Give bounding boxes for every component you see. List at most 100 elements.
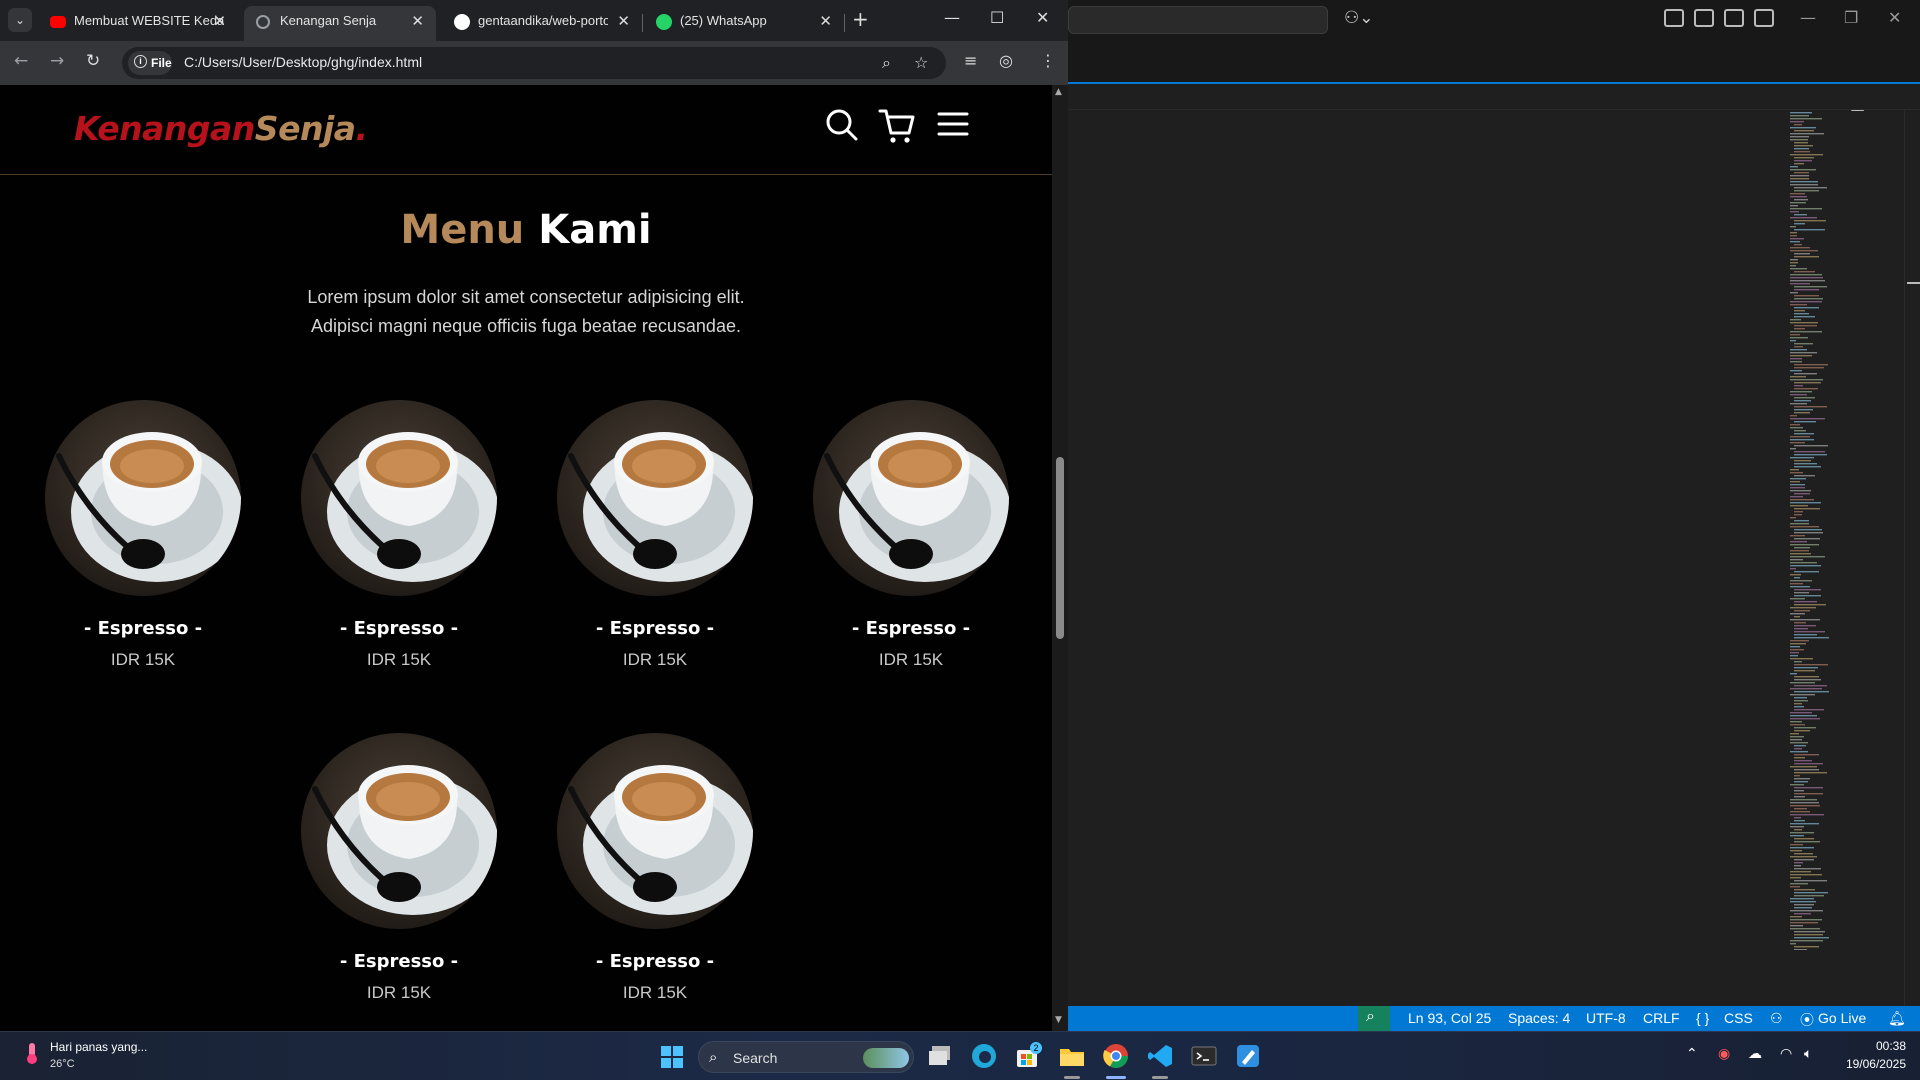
vscode-restore-icon[interactable]: ❐ [1844,8,1858,27]
maximize-icon[interactable]: ☐ [990,8,1004,27]
vscode-scrollbar[interactable] [1904,110,1920,1006]
secondary-sidebar-toggle-icon[interactable] [1754,9,1774,27]
cart-icon[interactable] [878,107,916,145]
windows-start-icon[interactable] [660,1045,684,1069]
terminal-icon[interactable] [1190,1042,1218,1070]
status-cursor-position[interactable]: Ln 93, Col 25 [1408,1010,1491,1026]
espresso-image [557,400,753,596]
bookmark-star-icon[interactable]: ☆ [914,53,928,72]
chrome-menu-icon[interactable]: ⋮ [1040,51,1056,70]
status-encoding[interactable]: UTF-8 [1586,1010,1626,1026]
microsoft-store-icon[interactable]: 2 [1014,1042,1042,1070]
vscode-icon[interactable] [1146,1042,1174,1070]
notifications-bell-icon[interactable]: 🔔︎ [1888,1010,1906,1027]
active-indicator [1106,1076,1126,1079]
menu-item-name: - Espresso - [339,618,459,639]
vscode-command-center[interactable] [1068,6,1328,34]
weather-temperature[interactable]: 26°C [50,1058,75,1070]
url-text[interactable]: C:/Users/User/Desktop/ghg/index.html [184,54,422,70]
menu-item-price: IDR 15K [622,983,688,1002]
close-window-icon[interactable]: ✕ [1036,8,1049,27]
weather-description[interactable]: Hari panas yang... [50,1040,147,1054]
wifi-icon[interactable]: ◠ [1780,1046,1792,1062]
zoom-icon[interactable]: ⌕ [882,53,891,73]
site-logo[interactable]: KenanganSenja. [74,109,368,148]
tab-title: (25) WhatsApp [680,13,767,28]
onedrive-icon[interactable]: ☁ [1748,1046,1762,1062]
close-tab-icon[interactable]: ✕ [213,12,226,30]
broadcast-icon: ⦿ [1800,1012,1814,1028]
reload-icon[interactable]: ↻ [86,51,100,71]
forward-arrow-icon[interactable]: → [50,51,64,71]
espresso-image [301,733,497,929]
reading-list-icon[interactable]: ≡ [964,51,977,70]
scroll-up-arrow-icon[interactable]: ▲ [1055,87,1062,97]
volume-icon[interactable]: 🔈︎ [1804,1046,1812,1062]
menu-item-name: - Espresso - [83,618,203,639]
clock-date[interactable]: 19/06/2025 [1836,1057,1906,1071]
vscode-window: ⚇⌄ — ❐ ✕ ◫ ⋯ ⌕ Ln 93, Col 25 Spaces: 4 U… [1068,0,1920,1031]
store-badge: 2 [1033,1043,1038,1053]
logo-part-senja: Senja [254,109,356,148]
address-bar[interactable]: i File C:/Users/User/Desktop/ghg/index.h… [122,47,946,79]
copilot-status-icon[interactable]: ⚇ [1770,1010,1783,1027]
tab-youtube[interactable]: Membuat WEBSITE Kedai ✕ [38,6,238,41]
espresso-image [813,400,1009,596]
file-explorer-icon[interactable] [1058,1042,1086,1070]
globe-icon [256,15,270,29]
status-indentation[interactable]: Spaces: 4 [1508,1010,1570,1026]
status-eol[interactable]: CRLF [1643,1010,1680,1026]
menu-section-title: Menu Kami [0,207,1052,253]
vscode-tabbar: ◫ ⋯ [1068,42,1920,113]
tab-search-button[interactable]: ⌄ [8,8,32,32]
scroll-position-marker [1907,282,1920,284]
show-hidden-icons-icon[interactable]: ⌃ [1686,1046,1698,1062]
status-language[interactable]: CSS [1724,1010,1753,1026]
zoom-icon[interactable]: ⌕ [1366,1008,1375,1026]
tab-whatsapp[interactable]: (25) WhatsApp ✕ [644,6,844,41]
tab-github[interactable]: gentaandika/web-portof ✕ [442,6,642,41]
status-go-live[interactable]: Go Live [1818,1010,1866,1026]
page-scrollbar[interactable]: ▲ ▼ [1052,85,1068,1031]
close-tab-icon[interactable]: ✕ [411,12,424,30]
vscode-statusbar: ⌕ Ln 93, Col 25 Spaces: 4 UTF-8 CRLF { }… [1068,1006,1920,1031]
scroll-down-arrow-icon[interactable]: ▼ [1055,1015,1062,1025]
vscode-close-icon[interactable]: ✕ [1888,8,1901,27]
sidebar-toggle-icon[interactable] [1694,9,1714,27]
vscode-minimap[interactable] [1790,110,1860,950]
running-indicator [1064,1076,1080,1079]
vscode-titlebar: ⚇⌄ — ❐ ✕ [1068,0,1920,42]
menu-item-price: IDR 15K [366,650,432,669]
task-view-icon[interactable] [926,1042,954,1070]
menu-title-part2: Kami [538,207,652,253]
new-tab-button[interactable]: + [852,7,869,31]
menu-title-part1: Menu [400,207,525,253]
tab-kenangan-senja[interactable]: Kenangan Senja ✕ [244,6,436,41]
menu-description: Lorem ipsum dolor sit amet consectetur a… [307,287,745,336]
menu-item-name: - Espresso - [595,951,715,972]
taskbar-search-box[interactable]: ⌕ Search [698,1041,914,1073]
search-icon[interactable] [824,107,860,143]
hamburger-menu-icon[interactable] [936,107,970,141]
edge-icon[interactable] [970,1042,998,1070]
antivirus-tray-icon[interactable]: ◉ [1718,1046,1730,1062]
minimize-icon[interactable]: — [944,8,960,27]
search-highlight-art [863,1048,909,1068]
clock-time[interactable]: 00:38 [1860,1039,1906,1053]
github-icon [454,14,470,30]
profile-icon[interactable]: ◎ [999,51,1013,70]
paint-app-icon[interactable] [1234,1042,1262,1070]
close-tab-icon[interactable]: ✕ [617,12,630,30]
copilot-icon[interactable]: ⚇⌄ [1344,8,1373,28]
scroll-thumb[interactable] [1056,457,1064,639]
close-tab-icon[interactable]: ✕ [819,12,832,30]
layout-toggle-icon[interactable] [1664,9,1684,27]
thermometer-weather-icon[interactable] [20,1040,46,1066]
back-arrow-icon[interactable]: ← [14,51,28,71]
panel-toggle-icon[interactable] [1724,9,1744,27]
vscode-minimize-icon[interactable]: — [1800,8,1816,27]
site-info-chip[interactable]: i File [128,51,172,75]
search-label: Search [733,1050,778,1066]
search-icon: ⌕ [709,1048,718,1066]
chrome-icon[interactable] [1102,1042,1130,1070]
